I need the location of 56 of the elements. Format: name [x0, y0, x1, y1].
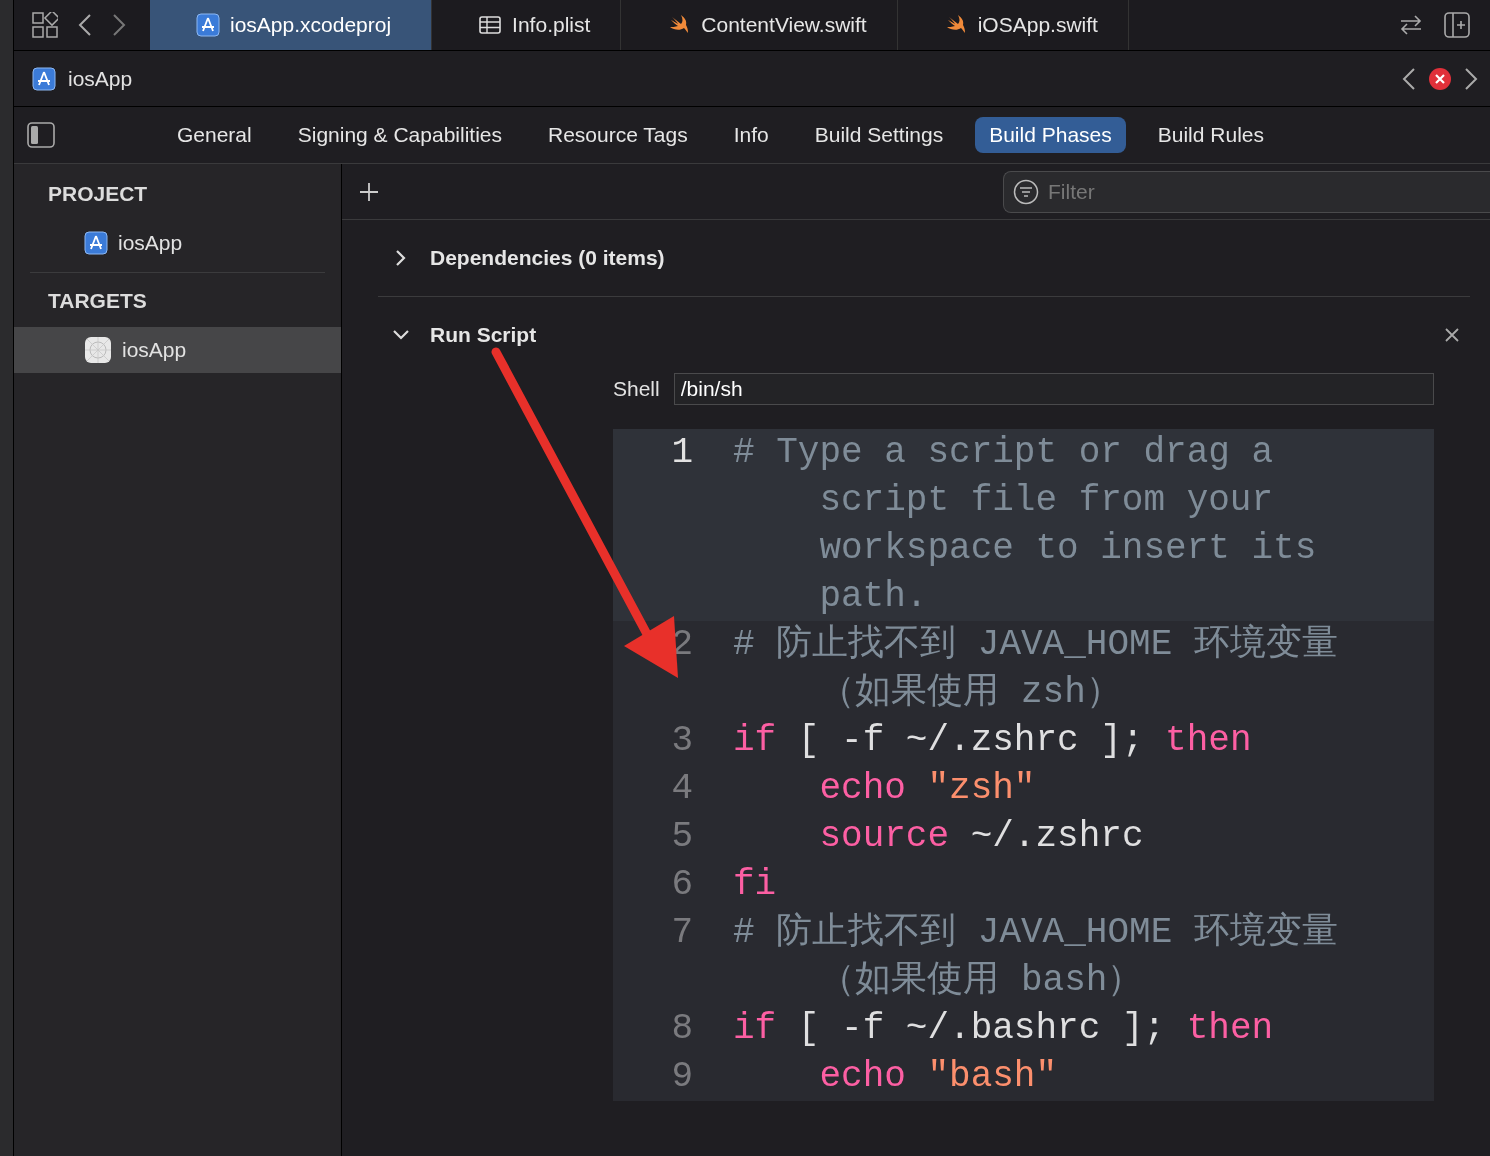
close-icon[interactable] — [1444, 327, 1460, 343]
filter-field[interactable]: Filter — [1003, 170, 1490, 213]
app-store-icon — [196, 13, 220, 37]
shell-label: Shell — [613, 377, 660, 401]
forward-icon[interactable] — [112, 13, 126, 37]
phase-title: Dependencies (0 items) — [430, 246, 665, 270]
forward-icon[interactable] — [1464, 66, 1478, 91]
file-tab[interactable]: iosApp.xcodeproj — [150, 0, 433, 50]
file-tab[interactable]: ContentView.swift — [621, 0, 898, 50]
line-number: 3 — [670, 719, 694, 763]
sidebar-item[interactable]: iosApp — [14, 327, 341, 373]
app-store-icon — [32, 66, 56, 91]
editor-tab[interactable]: Signing & Capabilities — [283, 117, 516, 153]
swap-arrows-icon[interactable] — [1398, 14, 1424, 36]
app-icon — [84, 336, 112, 364]
file-tab[interactable]: Info.plist — [432, 0, 622, 50]
code-line: source ~/.zshrc — [818, 815, 1145, 859]
file-tab[interactable]: iOSApp.swift — [897, 0, 1129, 50]
code-line: if [ -f ~/.zshrc ]; then — [733, 719, 1253, 763]
editor-tab[interactable]: Build Phases — [975, 117, 1126, 153]
code-line: echo "bash" — [818, 1055, 1059, 1099]
section-heading: PROJECT — [47, 181, 149, 207]
breadcrumb-label[interactable]: iosApp — [68, 66, 133, 91]
code-line: # 防止找不到 JAVA_HOME 环境变量（如果使用 zsh） — [733, 622, 1339, 715]
line-number: 4 — [670, 767, 694, 811]
grid-icon[interactable] — [32, 12, 58, 38]
sidebar-toggle-icon[interactable] — [27, 122, 55, 148]
editor-tab[interactable]: General — [163, 117, 266, 153]
sidebar-item[interactable]: iosApp — [14, 220, 341, 266]
app-store-icon — [84, 231, 108, 255]
add-icon[interactable] — [359, 181, 379, 202]
editor-tab[interactable]: Build Settings — [800, 117, 958, 153]
phase-title: Run Script — [430, 323, 537, 347]
code-line: if [ -f ~/.bashrc ]; then — [733, 1007, 1275, 1051]
filter-icon — [1013, 178, 1039, 205]
section-heading: TARGETS — [47, 288, 148, 314]
error-icon[interactable] — [1428, 66, 1452, 91]
editor-tab[interactable]: Resource Tags — [534, 117, 702, 153]
code-line: # 防止找不到 JAVA_HOME 环境变量（如果使用 bash） — [733, 910, 1339, 1003]
line-number: 9 — [670, 1055, 694, 1099]
add-editor-icon[interactable] — [1444, 12, 1470, 38]
editor-tab[interactable]: Build Rules — [1143, 117, 1278, 153]
line-number: 6 — [670, 863, 694, 907]
table-icon — [478, 13, 503, 37]
code-line: # Type a script or drag a script file from your workspace to insert its path. — [733, 431, 1318, 619]
line-number: 5 — [670, 815, 694, 859]
line-number: 7 — [670, 911, 694, 955]
back-icon[interactable] — [78, 13, 92, 37]
line-number: 1 — [670, 431, 694, 475]
editor-tab[interactable]: Info — [719, 117, 783, 153]
line-number: 8 — [670, 1007, 694, 1051]
back-icon[interactable] — [1402, 66, 1416, 91]
script-editor[interactable] — [613, 429, 1434, 1101]
code-line: fi — [733, 863, 778, 907]
shell-field[interactable]: /bin/sh — [673, 373, 1434, 405]
code-line: echo "zsh" — [818, 767, 1037, 811]
